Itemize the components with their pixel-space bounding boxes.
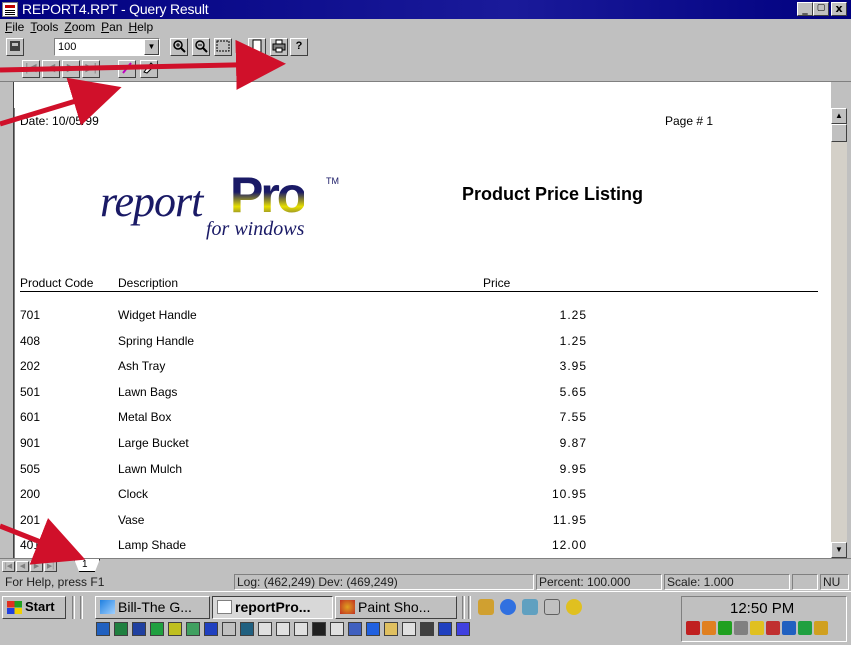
annotation-arrows — [0, 39, 286, 565]
arrow-to-page-tab — [0, 518, 86, 565]
arrow-to-print-icon — [0, 39, 286, 90]
arrow-to-pencil-icon — [0, 77, 122, 127]
